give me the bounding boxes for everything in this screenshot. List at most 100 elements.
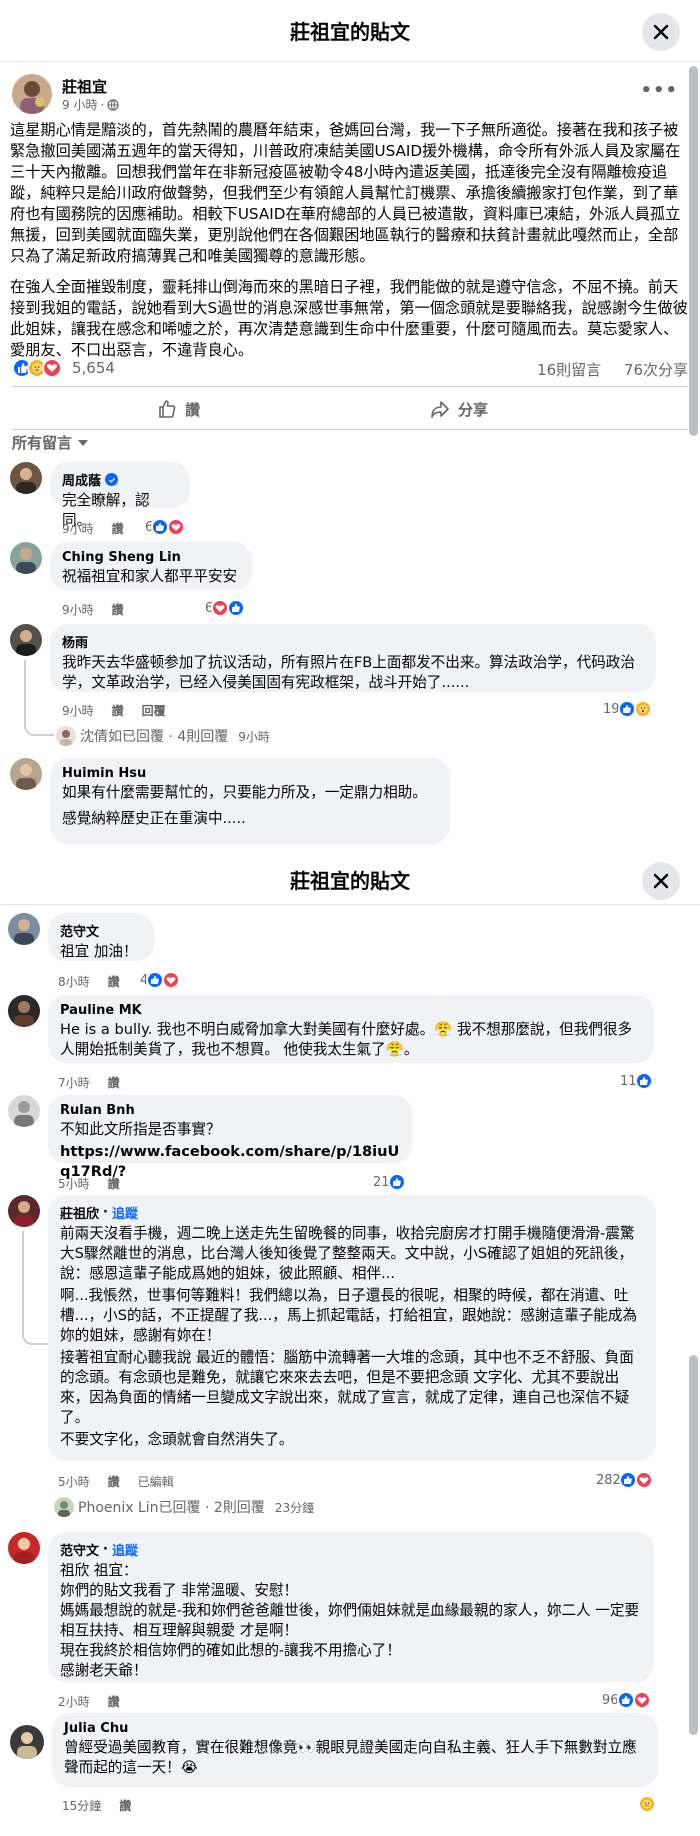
comment-like-button[interactable]: 讚 — [108, 1175, 120, 1192]
comment-like-button[interactable]: 讚 — [108, 1693, 120, 1710]
post-meta: 9 小時 · — [62, 96, 119, 113]
comment-author[interactable]: Huimin Hsu — [62, 766, 438, 781]
modal-title: 莊祖宜的貼文 — [290, 869, 410, 893]
comment-author[interactable]: 莊祖欣 · 追蹤 — [60, 1203, 644, 1222]
follow-button[interactable]: 追蹤 — [112, 1203, 138, 1222]
comment-time[interactable]: 9小時 — [62, 702, 94, 719]
modal-title: 莊祖宜的貼文 — [290, 20, 410, 44]
post-modal-bottom: 莊祖宜的貼文 范守文 祖宜 加油！ 8小時 讚 4 Pauline MK He … — [0, 855, 700, 1836]
action-bar: 讚 分享 — [12, 386, 688, 430]
comment-author[interactable]: Ching Sheng Lin — [62, 550, 240, 565]
like-button[interactable]: 讚 — [157, 395, 200, 423]
post-time[interactable]: 9 小時 — [62, 96, 97, 113]
comment-bubble: Pauline MK He is a bully. 我也不明白威脅加拿大對美國有… — [48, 995, 654, 1063]
author-avatar[interactable] — [12, 74, 52, 114]
comment-time[interactable]: 7小時 — [58, 1074, 90, 1091]
close-button[interactable] — [642, 13, 680, 51]
comment-filter-dropdown[interactable]: 所有留言 — [12, 432, 89, 453]
comment-text: 感謝老天爺！ — [60, 1662, 148, 1679]
like-label: 讚 — [185, 400, 201, 419]
comment-bubble: Ching Sheng Lin 祝福祖宜和家人都平平安安 — [50, 542, 252, 590]
comment-reactions[interactable]: 21 — [373, 1173, 406, 1191]
reaction-icons[interactable] — [12, 358, 62, 378]
comment-text: 不要文字化，念頭就會自然消失了。 — [60, 1431, 294, 1448]
comment-author[interactable]: 杨雨 — [62, 632, 644, 651]
comment-like-button[interactable]: 讚 — [112, 702, 124, 719]
avatar[interactable] — [8, 1095, 40, 1127]
comment-text: 妳們的貼文我看了 非常溫暖、安慰！ — [60, 1582, 299, 1599]
comment-reactions[interactable] — [638, 1795, 656, 1813]
close-button[interactable] — [642, 862, 680, 900]
comment-author[interactable]: 周成蔭 — [62, 470, 178, 489]
comment-like-button[interactable]: 讚 — [108, 973, 120, 990]
comment-reactions[interactable]: 4 — [140, 971, 181, 989]
post-author-name[interactable]: 莊祖宜 — [62, 76, 107, 97]
engagement-counts: 16則留言 76次分享 — [519, 359, 688, 380]
globe-icon — [107, 98, 119, 111]
comment-like-button[interactable]: 讚 — [119, 1797, 131, 1814]
comment-text: 啊...我悵然，世事何等難料！我們總以為，日子還長的很呢，相聚的時候，都在消遣、… — [60, 1287, 638, 1344]
modal-header: 莊祖宜的貼文 — [0, 855, 700, 905]
follow-button[interactable]: 追蹤 — [112, 1540, 138, 1559]
avatar[interactable] — [10, 758, 42, 790]
comment-filter-label: 所有留言 — [12, 434, 73, 452]
comment-author[interactable]: 范守文 — [60, 921, 142, 940]
love-reaction-icon — [634, 1471, 653, 1489]
scrollbar[interactable] — [689, 66, 698, 436]
comment-reactions[interactable]: 6 — [145, 518, 186, 536]
comment-bubble: Rulan Bnh 不知此文所指是否事實？ https://www.facebo… — [48, 1095, 412, 1180]
avatar[interactable] — [8, 913, 40, 945]
comment-meta: 9小時 讚 回覆 — [62, 702, 166, 719]
comment-author[interactable]: 范守文 · 追蹤 — [60, 1540, 642, 1559]
comment-reactions[interactable]: 6 — [205, 599, 246, 617]
reaction-count[interactable]: 5,654 — [72, 359, 115, 377]
comment-time[interactable]: 15分鐘 — [62, 1797, 101, 1814]
reaction-summary: 5,654 16則留言 76次分享 — [12, 356, 688, 380]
avatar[interactable] — [8, 995, 40, 1027]
comment-time[interactable]: 8小時 — [58, 973, 90, 990]
comment-text: He is a bully. 我也不明白威脅加拿大對美國有什麼好處。😤 我不想那… — [60, 1021, 633, 1058]
avatar[interactable] — [10, 462, 42, 494]
avatar[interactable] — [8, 1532, 40, 1564]
avatar[interactable] — [10, 624, 42, 656]
comment-like-button[interactable]: 讚 — [112, 520, 124, 537]
comment-author[interactable]: Rulan Bnh — [60, 1103, 400, 1118]
scrollbar[interactable] — [689, 1355, 698, 1735]
comment-reply-button[interactable]: 回覆 — [142, 702, 166, 719]
love-reaction-icon — [42, 358, 62, 378]
more-options-button[interactable]: ••• — [640, 80, 678, 101]
edited-label: 已編輯 — [137, 1475, 174, 1489]
comment-text: 祖宜 加油！ — [60, 943, 138, 960]
view-replies-link[interactable]: 沈倩如已回覆 · 4則回覆 9小時 — [56, 726, 270, 746]
comment-time[interactable]: 9小時 — [62, 601, 94, 618]
close-icon — [653, 24, 669, 40]
avatar[interactable] — [8, 1195, 40, 1227]
comment-author[interactable]: Julia Chu — [64, 1721, 646, 1736]
thumbs-up-icon — [159, 400, 176, 418]
comment-time[interactable]: 5小時 — [58, 1175, 90, 1192]
like-reaction-icon — [616, 1691, 635, 1709]
close-icon — [653, 873, 669, 889]
avatar[interactable] — [10, 542, 42, 574]
comment-text: 曾經受過美國教育，實在很難想像竟👀親眼見證美國走向自私主義、狂人手下無數對立應聲… — [64, 1739, 637, 1776]
comment-text: 前兩天沒看手機，週二晚上送走先生留晚餐的同事，收拾完廚房才打開手機隨便滑滑-震驚… — [60, 1225, 635, 1282]
comment-like-button[interactable]: 讚 — [108, 1473, 120, 1490]
comment-reactions[interactable]: 19 — [603, 700, 652, 718]
comment-meta: 9小時 讚 — [62, 601, 124, 618]
comment-reactions[interactable]: 282 — [596, 1471, 653, 1489]
love-reaction-icon — [167, 518, 186, 536]
comment-time[interactable]: 5小時 — [58, 1473, 90, 1490]
comment-reactions[interactable]: 96 — [602, 1691, 651, 1709]
share-button[interactable]: 分享 — [430, 395, 488, 423]
share-count[interactable]: 76次分享 — [624, 361, 688, 379]
view-replies-link[interactable]: Phoenix Lin已回覆 · 2則回覆 23分鐘 — [54, 1497, 314, 1517]
comment-like-button[interactable]: 讚 — [112, 601, 124, 618]
comment-author[interactable]: Pauline MK — [60, 1003, 642, 1018]
comment-meta: 8小時 讚 — [58, 973, 120, 990]
comment-like-button[interactable]: 讚 — [108, 1074, 120, 1091]
comment-time[interactable]: 2小時 — [58, 1693, 90, 1710]
comment-reactions[interactable]: 11 — [620, 1072, 653, 1090]
avatar[interactable] — [10, 1725, 44, 1759]
comment-count[interactable]: 16則留言 — [537, 361, 601, 379]
comment-time[interactable]: 9小時 — [62, 520, 94, 537]
